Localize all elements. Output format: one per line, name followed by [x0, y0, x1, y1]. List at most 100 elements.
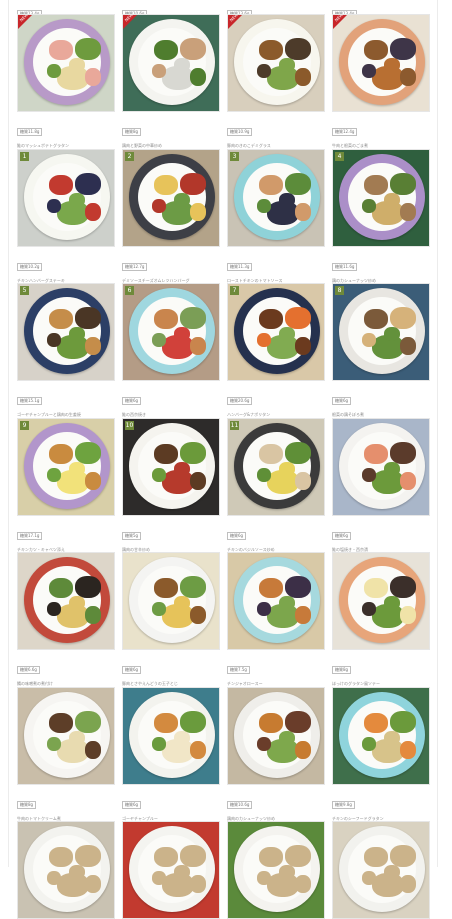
dish-photo[interactable]: NEW [227, 14, 325, 112]
menu-card[interactable]: NEW 糖質12.4g 牛肉と根菜のごま煮 [332, 14, 430, 149]
menu-card[interactable]: 糖質6g 鮭の塩焼き・西京漬 [332, 417, 430, 553]
food-item [85, 875, 101, 893]
menu-card[interactable] [17, 821, 115, 919]
menu-card[interactable]: 9 糖質17.1g チキンカツ・キャベツ添え [17, 417, 115, 553]
dish-photo[interactable] [122, 821, 220, 919]
food-item [190, 875, 206, 893]
menu-card[interactable] [227, 821, 325, 919]
menu-card[interactable]: 糖質13.4gムーミーラマトマトのの唐揚げ& [17, 0, 115, 27]
dish-photo[interactable]: 7 [227, 283, 325, 381]
dish-photo[interactable] [122, 552, 220, 650]
menu-card[interactable]: 糖質13.4gローストチキンのトマトレー [332, 0, 430, 27]
dish-name[interactable]: チンジャオロースー [227, 681, 325, 686]
dish-name[interactable]: 根菜の鶏そぼろ煮 [332, 412, 430, 417]
dish-name[interactable]: ほっけのグラタン風ソテー [332, 681, 430, 686]
dish-name[interactable]: ゴーヤチャンプルー [122, 816, 220, 821]
food-item [390, 172, 416, 195]
dish-photo[interactable] [17, 821, 115, 919]
dish-name[interactable]: 鮭のマッシュポテトグラタン [17, 143, 115, 148]
menu-card[interactable]: 糖質6g 豚肉とさやえんどうの玉子とじ [122, 552, 220, 687]
plate-center [348, 28, 416, 96]
dish-name[interactable]: ローストチキンのトマトソース [227, 278, 325, 283]
menu-card[interactable]: 糖質13.6g豚ロースの栗野菜ソテーシェン [227, 0, 325, 27]
dish-name[interactable]: 鮭の塩焼き・西京漬 [332, 547, 430, 552]
dish-name[interactable]: 鯖の味噌煮の煮付け [17, 681, 115, 686]
dish-photo[interactable]: 10 [122, 417, 220, 516]
dish-photo[interactable]: NEW [17, 14, 115, 112]
dish-name[interactable]: チキンハンバーグステーキ [17, 278, 115, 283]
dish-photo[interactable]: 4 [332, 148, 430, 247]
dish-name[interactable]: ゴーヤチャンプルーと鶏肉の生姜焼 [17, 412, 115, 417]
dish-name[interactable]: 牛肉のトマトクリーム煮 [17, 816, 115, 821]
dish-photo[interactable]: 8 [332, 283, 430, 381]
dish-name[interactable]: チキンのシーフードグラタン [332, 816, 430, 821]
dish-name[interactable]: チキンカツ・キャベツ添え [17, 547, 115, 552]
dish-name[interactable]: デミソースチーズオムレツハンバーグ [122, 278, 220, 283]
dish-photo[interactable] [227, 686, 325, 785]
dish-name[interactable]: 鮭の西京焼き [122, 412, 220, 417]
dish-name[interactable]: 鶏肉のカシューナッツ炒め [227, 816, 325, 821]
dish-photo[interactable]: NEW [122, 14, 220, 112]
food-item [285, 710, 311, 733]
dish-photo[interactable]: 5 [17, 283, 115, 381]
menu-card[interactable]: 糖質6.6g 鯖の味噌煮の煮付け [17, 552, 115, 687]
dish-photo[interactable]: 6 [122, 283, 220, 381]
menu-card[interactable]: 5 糖質15.1g ゴーヤチャンプルーと鶏肉の生姜焼 [17, 283, 115, 418]
menu-card[interactable]: 糖質8g 牛肉のトマトクリーム煮 [17, 686, 115, 822]
dish-photo[interactable]: 1 [17, 148, 115, 247]
dish-photo[interactable] [17, 552, 115, 650]
menu-card[interactable]: 10 糖質5g 鶏肉の甘辛炒め [122, 417, 220, 553]
food-item [174, 327, 190, 341]
menu-card[interactable]: 糖質9.8g チキンのシーフードグラタン [332, 686, 430, 822]
dish-photo[interactable] [332, 417, 430, 516]
menu-card[interactable]: 糖質8g ほっけのグラタン風ソテー [332, 552, 430, 687]
dish-photo[interactable] [332, 821, 430, 919]
dish-name[interactable]: 豚肉とさやえんどうの玉子とじ [122, 681, 220, 686]
dish-photo[interactable] [17, 686, 115, 785]
menu-card[interactable]: 6 糖質6g 鮭の西京焼き [122, 283, 220, 418]
menu-card[interactable]: 2 糖質12.7g デミソースチーズオムレツハンバーグ [122, 148, 220, 284]
food-item [180, 845, 206, 867]
dish-photo[interactable]: NEW [332, 14, 430, 112]
dish-name[interactable]: 鶏のカシューナッツ炒め [332, 278, 430, 283]
food-item [400, 202, 416, 221]
dish-photo[interactable] [227, 821, 325, 919]
menu-card[interactable]: NEW 糖質8g 鶏肉と野菜の中華炒め [122, 14, 220, 149]
dish-name[interactable]: 鶏肉と野菜の中華炒め [122, 143, 220, 148]
food-item [259, 712, 283, 733]
dish-name[interactable]: ハンバーグ&ナポリタン [227, 412, 325, 417]
dish-photo[interactable]: 3 [227, 148, 325, 247]
dish-photo[interactable]: 2 [122, 148, 220, 247]
carb-badge: 糖質11.8g [17, 128, 43, 136]
menu-card[interactable] [332, 821, 430, 919]
food-item [152, 467, 166, 482]
menu-card[interactable]: 糖質10.6g 鶏肉のカシューナッツ炒め [227, 686, 325, 822]
menu-card[interactable]: 7 糖質20.6g ハンバーグ&ナポリタン [227, 283, 325, 418]
dish-photo[interactable] [122, 686, 220, 785]
carb-badge: 糖質6g [122, 800, 142, 809]
dish-photo[interactable] [332, 552, 430, 650]
plate-center [33, 431, 101, 500]
dish-name[interactable]: 牛肉と根菜のごま煮 [332, 143, 430, 148]
menu-card[interactable]: 1 糖質10.2g チキンハンバーグステーキ [17, 148, 115, 284]
food-item [154, 847, 178, 867]
dish-photo[interactable]: 11 [227, 417, 325, 516]
menu-card[interactable]: 8 糖質6g 根菜の鶏そぼろ煮 [332, 283, 430, 418]
menu-card[interactable]: 3 糖質11.3g ローストチキンのトマトソース [227, 148, 325, 284]
dish-name[interactable]: チキンのバジルソース炒め [227, 547, 325, 552]
menu-card[interactable] [122, 821, 220, 919]
menu-card[interactable]: 糖質7.5g チンジャオロースー [227, 552, 325, 687]
menu-card[interactable]: 4 糖質11.6g 鶏のカシューナッツ炒め [332, 148, 430, 284]
menu-card[interactable]: 糖質10.6g彩りベジとミニトーグルト [122, 0, 220, 27]
dish-photo[interactable]: 9 [17, 417, 115, 516]
dish-name[interactable]: 豚肉のきのこデミグラス [227, 143, 325, 148]
menu-card[interactable]: 糖質6g ゴーヤチャンプルー [122, 686, 220, 822]
dish-photo[interactable] [332, 686, 430, 785]
dish-name[interactable]: 鶏肉の甘辛炒め [122, 547, 220, 552]
food-item [75, 710, 101, 733]
food-item [47, 467, 61, 482]
menu-card[interactable]: NEW 糖質10.9g 豚肉のきのこデミグラス [227, 14, 325, 149]
menu-card[interactable]: NEW 糖質11.8g 鮭のマッシュポテトグラタン [17, 14, 115, 149]
menu-card[interactable]: 11 糖質6g チキンのバジルソース炒め [227, 417, 325, 553]
dish-photo[interactable] [227, 552, 325, 650]
